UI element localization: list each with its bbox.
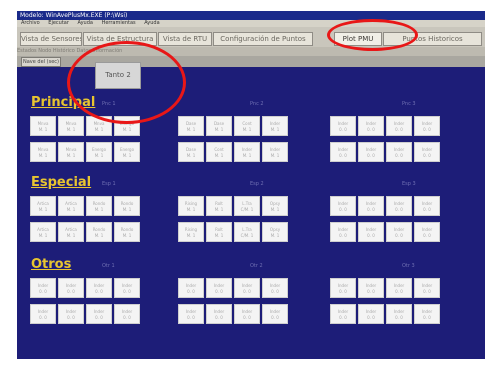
group-label: Otr 3 (402, 263, 415, 269)
pmu-cell[interactable]: Artica M. 1 (58, 222, 84, 242)
section-title: Especial (31, 175, 92, 190)
pmu-cell[interactable]: L.Tra C/M. 1 (234, 196, 260, 216)
pmu-cell[interactable]: Inder 0. 0 (86, 278, 112, 298)
pmu-cell[interactable]: Inder 0. 0 (178, 278, 204, 298)
pmu-cell[interactable]: Inder 0. 0 (330, 278, 356, 298)
pmu-cell[interactable]: Inder 0. 0 (358, 222, 384, 242)
menu-ejecutar[interactable]: Ejecutar (48, 20, 69, 26)
pmu-cell[interactable]: Mnva M. 1 (30, 142, 56, 162)
pmu-cell[interactable]: Dase M. 1 (178, 142, 204, 162)
pmu-cell[interactable]: Inder 0. 0 (114, 278, 140, 298)
pmu-cell[interactable]: Inder 0. 0 (386, 222, 412, 242)
pmu-cell[interactable]: Inder 0. 0 (206, 278, 232, 298)
menu-bar: Archivo Ejecutar Ayuda Herramientas Ayud… (17, 20, 485, 27)
pmu-cell[interactable]: Mnva M. 1 (58, 116, 84, 136)
pmu-cell[interactable]: Inder 0. 0 (114, 304, 140, 324)
group-label: Esp 2 (250, 181, 264, 187)
pmu-cell[interactable]: Inder 0. 0 (414, 304, 440, 324)
group-label: Esp 3 (402, 181, 416, 187)
pmu-cell[interactable]: Mnva M. 1 (58, 142, 84, 162)
menu-archivo[interactable]: Archivo (21, 20, 40, 26)
pmu-cell[interactable]: Rolt M. 1 (206, 222, 232, 242)
pmu-cell[interactable]: Rolt M. 1 (206, 196, 232, 216)
pmu-cell[interactable]: Rising M. 1 (178, 196, 204, 216)
pmu-cell[interactable]: Inder 0. 0 (330, 222, 356, 242)
pmu-cell[interactable]: Inder 0. 0 (30, 278, 56, 298)
pmu-cell[interactable]: Dase M. 1 (178, 116, 204, 136)
pmu-cell[interactable]: Inder 0. 0 (30, 304, 56, 324)
pmu-cell[interactable]: Artica M. 1 (30, 196, 56, 216)
group-label: Otr 2 (250, 263, 263, 269)
pmu-cell[interactable]: Rondo M. 1 (86, 222, 112, 242)
pmu-cell[interactable]: Inder M. 1 (262, 116, 288, 136)
pmu-cell[interactable]: Cont M. 1 (206, 142, 232, 162)
menu-ayuda[interactable]: Ayuda (78, 20, 93, 26)
menu-herramientas[interactable]: Herramientas (102, 20, 136, 26)
pmu-cell[interactable]: Inder 0. 0 (178, 304, 204, 324)
pmu-cell[interactable]: Dase M. 1 (206, 116, 232, 136)
pmu-cell[interactable]: Inder 0. 0 (330, 304, 356, 324)
annotation-circle-popup (67, 41, 186, 124)
pmu-cell[interactable]: Opsy M. 1 (262, 196, 288, 216)
section-title: Otros (31, 257, 72, 272)
pmu-cell[interactable]: Inder 0. 0 (234, 278, 260, 298)
menu-ayuda-2[interactable]: Ayuda (144, 20, 159, 26)
pmu-cell[interactable]: Inder 0. 0 (414, 222, 440, 242)
pmu-cell[interactable]: Inder 0. 0 (358, 196, 384, 216)
pmu-cell[interactable]: Inder 0. 0 (386, 142, 412, 162)
tab-configuracion-puntos[interactable]: Configuración de Puntos (213, 32, 313, 46)
pmu-cell[interactable]: Inder 0. 0 (86, 304, 112, 324)
group-label: Esp 1 (102, 181, 116, 187)
pmu-cell[interactable]: Artica M. 1 (30, 222, 56, 242)
group-label: Pnc 2 (250, 101, 264, 107)
pmu-cell[interactable]: Inder 0. 0 (58, 278, 84, 298)
pmu-cell[interactable]: Inder 0. 0 (234, 304, 260, 324)
pmu-cell[interactable]: Inder 0. 0 (206, 304, 232, 324)
pmu-cell[interactable]: Artica M. 1 (58, 196, 84, 216)
group-label: Pnc 3 (402, 101, 416, 107)
pmu-cell[interactable]: Inder 0. 0 (414, 196, 440, 216)
pmu-cell[interactable]: Inder 0. 0 (330, 196, 356, 216)
pmu-cell[interactable]: Inder 0. 0 (58, 304, 84, 324)
pmu-cell[interactable]: Mnva M. 1 (30, 116, 56, 136)
pmu-cell[interactable]: Inder 0. 0 (414, 116, 440, 136)
pmu-cell[interactable]: Rondo M. 1 (114, 222, 140, 242)
title-bar: Modelo: WinAvePlusMx.EXE (P:\Wsi) (17, 11, 485, 20)
pmu-cell[interactable]: Inder 0. 0 (386, 304, 412, 324)
pmu-cell[interactable]: Inder M. 1 (234, 142, 260, 162)
pmu-cell[interactable]: Inder 0. 0 (358, 142, 384, 162)
pmu-cell[interactable]: Rising M. 1 (178, 222, 204, 242)
pmu-cell[interactable]: Inder 0. 0 (262, 278, 288, 298)
annotation-circle-plot-tab (327, 19, 418, 51)
pmu-cell[interactable]: Inder 0. 0 (262, 304, 288, 324)
pmu-cell[interactable]: Inder 0. 0 (386, 278, 412, 298)
pmu-cell[interactable]: Cont M. 1 (234, 116, 260, 136)
pmu-cell[interactable]: Inder 0. 0 (386, 116, 412, 136)
pmu-cell[interactable]: Inder 0. 0 (358, 116, 384, 136)
pmu-cell[interactable]: Inder 0. 0 (358, 304, 384, 324)
pmu-cell[interactable]: Inder 0. 0 (330, 142, 356, 162)
tab-vista-sensores[interactable]: Vista de Sensores (20, 32, 82, 46)
tab-vista-rtu[interactable]: Vista de RTU (158, 32, 212, 46)
pmu-cell[interactable]: Inder M. 1 (262, 142, 288, 162)
pmu-cell[interactable]: Energo M. 1 (86, 142, 112, 162)
pmu-cell[interactable]: Rondo M. 1 (114, 196, 140, 216)
pmu-cell[interactable]: Inder 0. 0 (414, 278, 440, 298)
pmu-cell[interactable]: Inder 0. 0 (386, 196, 412, 216)
group-label: Otr 1 (102, 263, 115, 269)
pmu-cell[interactable]: Rondo M. 1 (86, 196, 112, 216)
pmu-cell[interactable]: Inder 0. 0 (358, 278, 384, 298)
pmu-cell[interactable]: Inder 0. 0 (330, 116, 356, 136)
pmu-cell[interactable]: Energo M. 1 (114, 142, 140, 162)
subtab-nave[interactable]: Nave del (sec) (21, 57, 61, 67)
pmu-cell[interactable]: L.Tra C/M. 1 (234, 222, 260, 242)
pmu-cell[interactable]: Opsy M. 1 (262, 222, 288, 242)
pmu-cell[interactable]: Inder 0. 0 (414, 142, 440, 162)
